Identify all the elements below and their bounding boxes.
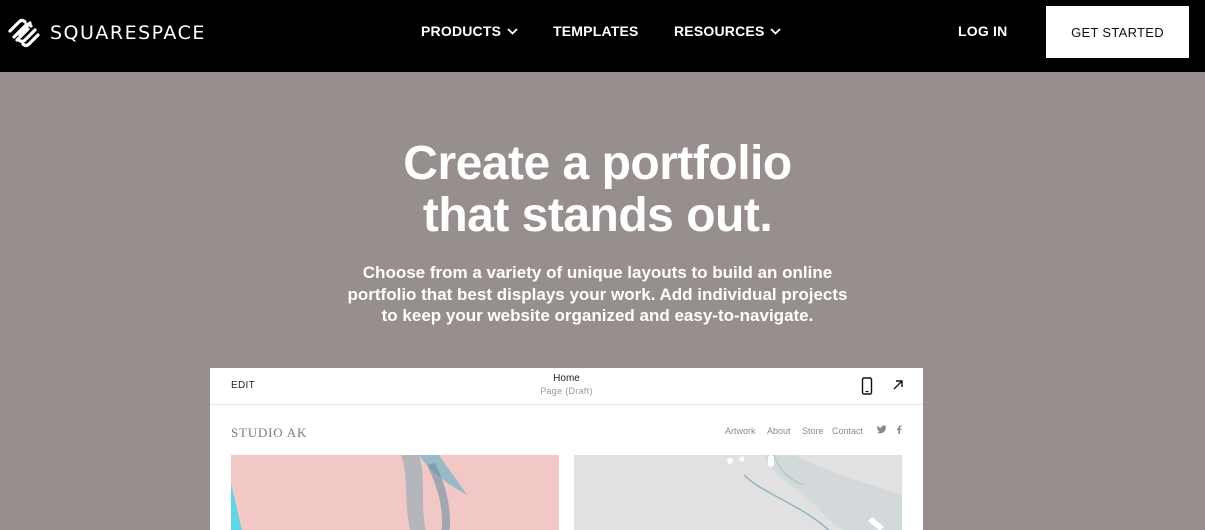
nav-templates[interactable]: TEMPLATES	[553, 23, 639, 39]
squarespace-logo-icon	[8, 18, 40, 48]
artwork-image-1	[231, 455, 559, 530]
nav-products-label: PRODUCTS	[421, 23, 502, 39]
get-started-button[interactable]: GET STARTED	[1046, 6, 1189, 58]
nav-templates-label: TEMPLATES	[553, 23, 639, 39]
nav-products[interactable]: PRODUCTS	[421, 23, 518, 39]
facebook-icon[interactable]	[896, 425, 902, 434]
login-label: LOG IN	[958, 23, 1008, 39]
mobile-preview-icon[interactable]	[861, 377, 873, 395]
hero-title-line-2: that stands out.	[422, 189, 773, 242]
site-nav-store[interactable]: Store	[802, 426, 824, 436]
hero-subtitle-line-1: Choose from a variety of unique layouts …	[362, 263, 833, 282]
brand-logo-link[interactable]: SQUARESPACE	[6, 18, 206, 48]
site-nav-about[interactable]: About	[767, 426, 791, 436]
open-external-icon[interactable]	[891, 378, 905, 392]
hero-title-line-1: Create a portfolio	[403, 137, 792, 190]
nav-resources-label: RESOURCES	[674, 23, 765, 39]
chevron-down-icon	[770, 27, 782, 35]
login-link[interactable]: LOG IN	[958, 23, 1007, 39]
page-status: Page (Draft)	[540, 386, 593, 396]
editor-toolbar: EDIT Home Page (Draft)	[210, 368, 923, 405]
chevron-down-icon	[507, 27, 518, 35]
page-title: Home	[553, 373, 580, 384]
editor-preview: EDIT Home Page (Draft) STUDIO AK Artwork…	[210, 368, 923, 530]
hero-title: Create a portfolio that stands out.	[0, 138, 1195, 242]
site-nav-contact[interactable]: Contact	[832, 426, 863, 436]
hero-subtitle: Choose from a variety of unique layouts …	[0, 262, 1195, 327]
portfolio-image-1[interactable]	[231, 455, 559, 530]
site-nav-artwork[interactable]: Artwork	[725, 426, 756, 436]
brand-wordmark: SQUARESPACE	[50, 22, 206, 44]
artwork-image-2	[574, 455, 902, 530]
twitter-icon[interactable]	[877, 425, 887, 434]
portfolio-image-2[interactable]	[574, 455, 902, 530]
hero-subtitle-line-2: portfolio that best displays your work. …	[347, 284, 848, 304]
hero-subtitle-line-3: to keep your website organized and easy-…	[381, 306, 814, 325]
site-logo: STUDIO AK	[231, 425, 308, 440]
top-navigation: SQUARESPACE PRODUCTS TEMPLATES RESOURCES…	[0, 0, 1205, 72]
nav-resources[interactable]: RESOURCES	[674, 23, 782, 39]
